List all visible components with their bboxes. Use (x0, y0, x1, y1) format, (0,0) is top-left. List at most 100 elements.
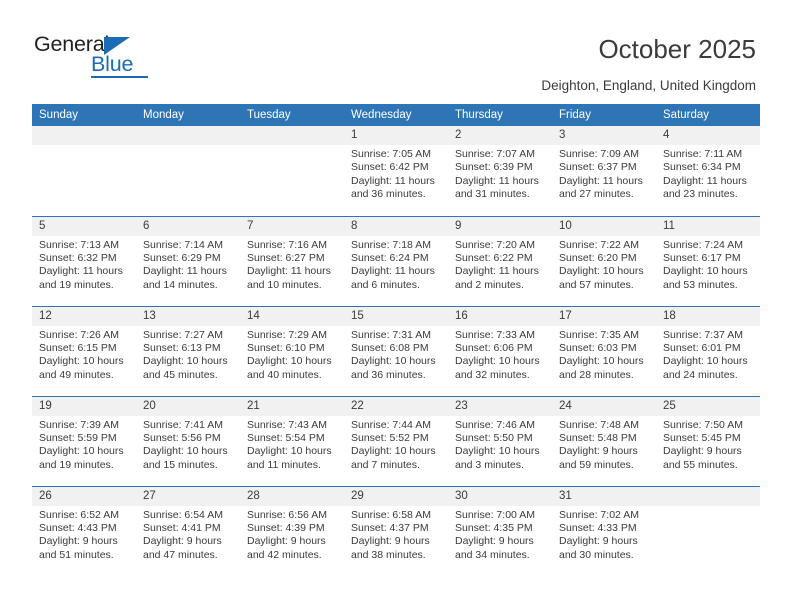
sunset-text: Sunset: 4:35 PM (455, 521, 533, 534)
daylight-text: Daylight: 10 hours (143, 445, 228, 458)
sunset-text: Sunset: 6:06 PM (455, 341, 533, 354)
sunrise-text: Sunrise: 7:43 AM (247, 418, 327, 431)
daylight-text: and 14 minutes. (143, 278, 218, 291)
calendar-day-cell[interactable]: 23 Sunrise: 7:46 AM Sunset: 5:50 PM Dayligh… (448, 395, 552, 486)
calendar-page: General Blue October 2025 Deighton, Engl… (0, 0, 792, 612)
calendar-grid: Sunday Monday Tuesday Wednesday Thursday Frid… (32, 104, 760, 576)
day-number: 14 (240, 306, 344, 326)
day-number: 4 (656, 126, 760, 145)
sun-info: Sunrise: 7:13 AM Sunset: 6:32 PM Daylight:… (32, 236, 136, 293)
calendar-day-cell[interactable]: 8 Sunrise: 7:18 AM Sunset: 6:24 PM Daylight… (344, 215, 448, 306)
calendar-day-cell[interactable]: 11 Sunrise: 7:24 AM Sunset: 6:17 PM Dayligh… (656, 215, 760, 306)
calendar-day-cell[interactable]: 22 Sunrise: 7:44 AM Sunset: 5:52 PM Dayligh… (344, 395, 448, 486)
calendar-day-cell[interactable]: 31 Sunrise: 7:02 AM Sunset: 4:33 PM Dayligh… (552, 485, 656, 576)
day-number: 23 (448, 396, 552, 416)
day-number: 12 (32, 306, 136, 326)
sunset-text: Sunset: 5:59 PM (39, 431, 117, 444)
calendar-day-cell[interactable]: 24 Sunrise: 7:48 AM Sunset: 5:48 PM Dayligh… (552, 395, 656, 486)
sunset-text: Sunset: 6:24 PM (351, 251, 429, 264)
calendar-day-cell[interactable]: 5 Sunrise: 7:13 AM Sunset: 6:32 PM Daylight… (32, 215, 136, 306)
calendar-day-cell[interactable]: 25 Sunrise: 7:50 AM Sunset: 5:45 PM Dayligh… (656, 395, 760, 486)
calendar-day-cell[interactable]: 9 Sunrise: 7:20 AM Sunset: 6:22 PM Daylight… (448, 215, 552, 306)
calendar-day-cell[interactable]: 7 Sunrise: 7:16 AM Sunset: 6:27 PM Daylight… (240, 215, 344, 306)
daylight-text: Daylight: 11 hours (351, 265, 435, 278)
calendar-day-cell[interactable]: 12 Sunrise: 7:26 AM Sunset: 6:15 PM Dayligh… (32, 305, 136, 396)
sunrise-text: Sunrise: 7:20 AM (455, 238, 535, 251)
calendar-day-cell[interactable]: 17 Sunrise: 7:35 AM Sunset: 6:03 PM Dayligh… (552, 305, 656, 396)
sunset-text: Sunset: 5:48 PM (559, 431, 637, 444)
sunset-text: Sunset: 6:42 PM (351, 161, 429, 174)
sunset-text: Sunset: 6:34 PM (663, 161, 741, 174)
calendar-day-cell[interactable]: 26 Sunrise: 6:52 AM Sunset: 4:43 PM Dayligh… (32, 485, 136, 576)
sunset-text: Sunset: 5:50 PM (455, 431, 533, 444)
calendar-day-cell[interactable]: 20 Sunrise: 7:41 AM Sunset: 5:56 PM Dayligh… (136, 395, 240, 486)
calendar-day-cell[interactable]: 2 Sunrise: 7:07 AM Sunset: 6:39 PM Daylight… (448, 126, 552, 216)
daylight-text: Daylight: 10 hours (39, 355, 124, 368)
calendar-week-row: 1 Sunrise: 7:05 AM Sunset: 6:42 PM Daylight… (32, 126, 760, 216)
sunset-text: Sunset: 4:37 PM (351, 521, 429, 534)
calendar-head: Sunday Monday Tuesday Wednesday Thursday Frid… (32, 104, 760, 126)
day-number: 18 (656, 306, 760, 326)
calendar-day-cell[interactable]: 13 Sunrise: 7:27 AM Sunset: 6:13 PM Dayligh… (136, 305, 240, 396)
calendar-day-cell[interactable]: 27 Sunrise: 6:54 AM Sunset: 4:41 PM Dayligh… (136, 485, 240, 576)
daylight-text: and 34 minutes. (455, 548, 530, 561)
calendar-day-cell[interactable]: 19 Sunrise: 7:39 AM Sunset: 5:59 PM Dayligh… (32, 395, 136, 486)
daylight-text: and 59 minutes. (559, 458, 634, 471)
calendar-day-cell[interactable]: 21 Sunrise: 7:43 AM Sunset: 5:54 PM Dayligh… (240, 395, 344, 486)
sunrise-text: Sunrise: 7:11 AM (663, 148, 743, 160)
sunset-text: Sunset: 6:27 PM (247, 251, 325, 264)
daylight-text: Daylight: 9 hours (143, 535, 222, 548)
daylight-text: Daylight: 10 hours (247, 355, 332, 368)
weekday-header-wednesday: Wednesday (344, 104, 448, 126)
weekday-header-tuesday: Tuesday (240, 104, 344, 126)
calendar-day-cell[interactable]: 18 Sunrise: 7:37 AM Sunset: 6:01 PM Dayligh… (656, 305, 760, 396)
calendar-day-cell[interactable]: 14 Sunrise: 7:29 AM Sunset: 6:10 PM Dayligh… (240, 305, 344, 396)
calendar-day-cell[interactable]: 10 Sunrise: 7:22 AM Sunset: 6:20 PM Dayligh… (552, 215, 656, 306)
calendar-day-cell[interactable]: 4 Sunrise: 7:11 AM Sunset: 6:34 PM Daylight… (656, 126, 760, 216)
weekday-header-row: Sunday Monday Tuesday Wednesday Thursday Frid… (32, 104, 760, 126)
sunrise-text: Sunrise: 7:13 AM (39, 238, 119, 251)
sun-info: Sunrise: 7:48 AM Sunset: 5:48 PM Daylight:… (552, 416, 656, 473)
sun-info: Sunrise: 7:29 AM Sunset: 6:10 PM Daylight:… (240, 326, 344, 383)
calendar-day-cell[interactable]: 3 Sunrise: 7:09 AM Sunset: 6:37 PM Daylight… (552, 126, 656, 216)
sunset-text: Sunset: 6:37 PM (559, 161, 637, 174)
calendar-day-cell[interactable]: 28 Sunrise: 6:56 AM Sunset: 4:39 PM Dayligh… (240, 485, 344, 576)
day-number: 10 (552, 216, 656, 236)
daylight-text: Daylight: 9 hours (39, 535, 118, 548)
daylight-text: and 27 minutes. (559, 188, 634, 201)
daylight-text: and 49 minutes. (39, 368, 114, 381)
calendar-day-cell[interactable]: 1 Sunrise: 7:05 AM Sunset: 6:42 PM Daylight… (344, 126, 448, 216)
daylight-text: and 19 minutes. (39, 278, 114, 291)
calendar-day-cell[interactable]: 6 Sunrise: 7:14 AM Sunset: 6:29 PM Daylight… (136, 215, 240, 306)
sun-info: Sunrise: 7:43 AM Sunset: 5:54 PM Daylight:… (240, 416, 344, 473)
sun-info: Sunrise: 7:18 AM Sunset: 6:24 PM Daylight:… (344, 236, 448, 293)
daylight-text: Daylight: 10 hours (455, 445, 540, 458)
sun-info: Sunrise: 7:33 AM Sunset: 6:06 PM Daylight:… (448, 326, 552, 383)
calendar-day-cell[interactable]: 16 Sunrise: 7:33 AM Sunset: 6:06 PM Dayligh… (448, 305, 552, 396)
daylight-text: and 32 minutes. (455, 368, 530, 381)
general-blue-logo[interactable]: General Blue (34, 32, 164, 80)
calendar-week-row: 12 Sunrise: 7:26 AM Sunset: 6:15 PM Dayligh… (32, 305, 760, 396)
sun-info: Sunrise: 6:52 AM Sunset: 4:43 PM Daylight:… (32, 506, 136, 563)
sun-info: Sunrise: 6:58 AM Sunset: 4:37 PM Daylight:… (344, 506, 448, 563)
daylight-text: and 31 minutes. (455, 188, 530, 201)
calendar-day-cell[interactable]: 15 Sunrise: 7:31 AM Sunset: 6:08 PM Dayligh… (344, 305, 448, 396)
page-title: October 2025 (598, 34, 756, 64)
sun-info: Sunrise: 7:24 AM Sunset: 6:17 PM Daylight:… (656, 236, 760, 293)
calendar-day-cell[interactable]: 30 Sunrise: 7:00 AM Sunset: 4:35 PM Dayligh… (448, 485, 552, 576)
sunset-text: Sunset: 5:54 PM (247, 431, 325, 444)
sun-info: Sunrise: 7:16 AM Sunset: 6:27 PM Daylight:… (240, 236, 344, 293)
calendar-day-cell[interactable]: 29 Sunrise: 6:58 AM Sunset: 4:37 PM Dayligh… (344, 485, 448, 576)
daylight-text: Daylight: 11 hours (455, 265, 539, 278)
daylight-text: Daylight: 11 hours (559, 174, 643, 187)
sunrise-text: Sunrise: 7:27 AM (143, 328, 223, 341)
calendar-cell-empty (656, 485, 760, 576)
daylight-text: Daylight: 11 hours (39, 265, 123, 278)
sun-info: Sunrise: 7:27 AM Sunset: 6:13 PM Daylight:… (136, 326, 240, 383)
daylight-text: Daylight: 10 hours (663, 355, 748, 368)
sun-info: Sunrise: 7:35 AM Sunset: 6:03 PM Daylight:… (552, 326, 656, 383)
sunrise-text: Sunrise: 7:33 AM (455, 328, 535, 341)
daylight-text: Daylight: 10 hours (559, 265, 644, 278)
daylight-text: and 24 minutes. (663, 368, 738, 381)
daylight-text: Daylight: 10 hours (39, 445, 124, 458)
